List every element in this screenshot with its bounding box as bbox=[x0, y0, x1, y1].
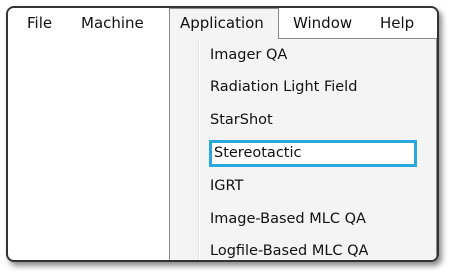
application-window: File Machine Application Window Help Ima… bbox=[6, 6, 439, 262]
menu-file[interactable]: File bbox=[27, 8, 52, 38]
menu-application[interactable]: Application bbox=[169, 8, 279, 39]
menu-window[interactable]: Window bbox=[293, 8, 352, 38]
menu-item-radiation-light-field[interactable]: Radiation Light Field bbox=[210, 74, 357, 100]
menu-item-stereotactic[interactable]: Stereotactic bbox=[214, 140, 301, 166]
menu-help[interactable]: Help bbox=[380, 8, 414, 38]
menu-icon-gutter bbox=[198, 39, 200, 260]
menu-item-starshot[interactable]: StarShot bbox=[210, 107, 273, 133]
application-dropdown-menu: Imager QA Radiation Light Field StarShot… bbox=[169, 38, 437, 260]
menu-item-imager-qa[interactable]: Imager QA bbox=[210, 42, 287, 68]
menu-item-image-based-mlc-qa[interactable]: Image-Based MLC QA bbox=[210, 206, 366, 232]
menu-item-igrt[interactable]: IGRT bbox=[210, 173, 243, 199]
menu-item-logfile-based-mlc-qa[interactable]: Logfile-Based MLC QA bbox=[210, 238, 368, 260]
menu-machine[interactable]: Machine bbox=[81, 8, 144, 38]
menu-bar: File Machine Application Window Help bbox=[8, 8, 437, 39]
